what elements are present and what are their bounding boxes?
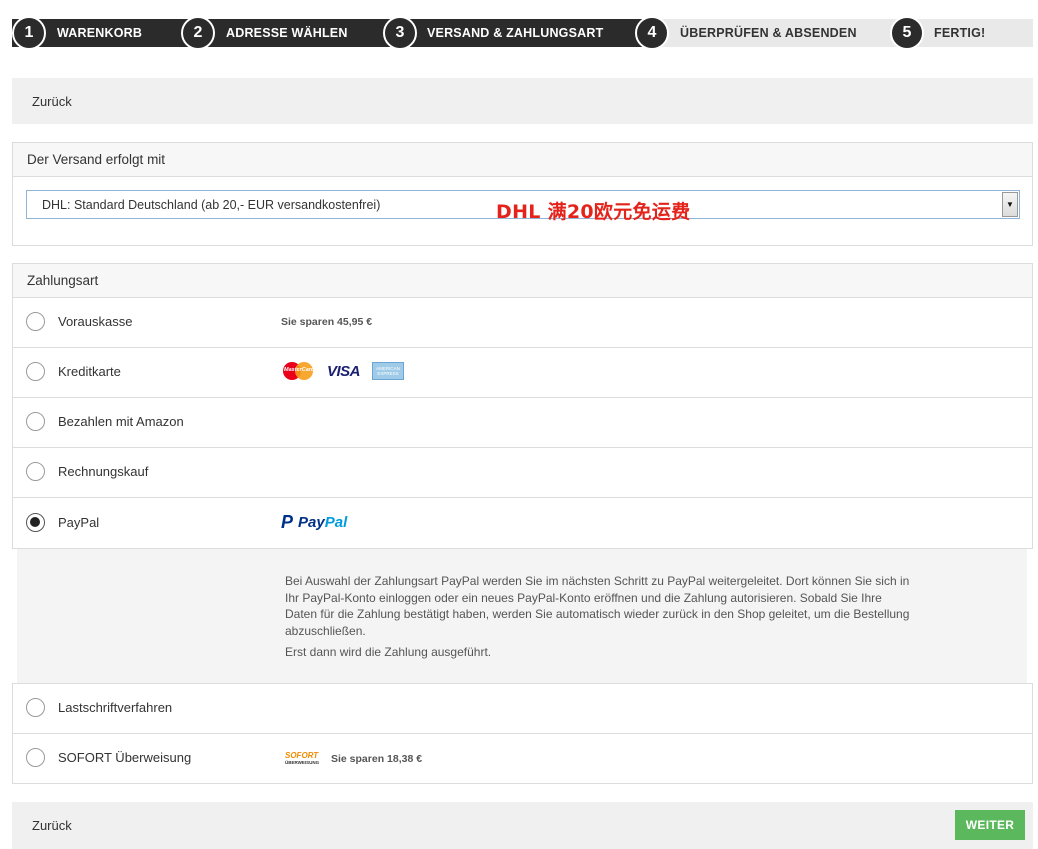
radio-button[interactable] bbox=[26, 412, 45, 431]
radio-button[interactable] bbox=[26, 362, 45, 381]
card-logos: MasterCard VISA AMERICAN EXPRESS bbox=[283, 362, 405, 380]
payment-option-label: SOFORT Überweisung bbox=[58, 750, 192, 765]
back-link-top[interactable]: Zurück bbox=[32, 94, 72, 109]
paypal-icon: P bbox=[281, 512, 294, 532]
step-1-label[interactable]: WARENKORB bbox=[57, 26, 142, 40]
paypal-info-text: Bei Auswahl der Zahlungsart PayPal werde… bbox=[285, 574, 910, 639]
payment-option-vorauskasse[interactable]: Vorauskasse Sie sparen 45,95 € bbox=[13, 298, 1032, 348]
radio-button[interactable] bbox=[26, 462, 45, 481]
amex-logo: AMERICAN EXPRESS bbox=[372, 362, 405, 380]
savings-note: Sie sparen 45,95 € bbox=[281, 316, 373, 328]
radio-button[interactable] bbox=[26, 748, 45, 767]
payment-panel: Zahlungsart Vorauskasse Sie sparen 45,95… bbox=[12, 263, 1033, 549]
mastercard-logo: MasterCard bbox=[283, 362, 314, 380]
step-4-label: ÜBERPRÜFEN & ABSENDEN bbox=[680, 26, 857, 40]
shipping-select-value: DHL: Standard Deutschland (ab 20,- EUR v… bbox=[42, 197, 381, 212]
payment-option-kreditkarte[interactable]: Kreditkarte MasterCard VISA AMERICAN EXP… bbox=[13, 348, 1032, 398]
top-nav-bar: Zurück bbox=[12, 78, 1033, 124]
visa-logo: VISA bbox=[327, 362, 361, 380]
payment-option-label: Lastschriftverfahren bbox=[58, 700, 173, 715]
step-4-number: 4 bbox=[635, 16, 669, 50]
sofort-logo: SOFORT ÜBERWEISUNG bbox=[285, 751, 320, 765]
next-button[interactable]: WEITER bbox=[955, 810, 1025, 840]
checkout-steps: 1 WARENKORB 2 ADRESSE WÄHLEN 3 VERSAND &… bbox=[12, 16, 1033, 50]
step-3-label: VERSAND & ZAHLUNGSART bbox=[427, 26, 604, 40]
back-link-bottom[interactable]: Zurück bbox=[32, 818, 72, 833]
payment-option-sofort[interactable]: SOFORT Überweisung SOFORT ÜBERWEISUNG Si… bbox=[13, 734, 1032, 784]
step-5-number: 5 bbox=[890, 16, 924, 50]
radio-button[interactable] bbox=[26, 312, 45, 331]
payment-panel-continued: Lastschriftverfahren SOFORT Überweisung … bbox=[12, 683, 1033, 784]
chevron-down-icon[interactable]: ▼ bbox=[1002, 192, 1018, 217]
shipping-panel: Der Versand erfolgt mit DHL: Standard De… bbox=[12, 142, 1033, 246]
step-5-label: FERTIG! bbox=[934, 26, 986, 40]
payment-option-paypal[interactable]: PayPal P PayPal bbox=[13, 498, 1032, 549]
step-3-number: 3 bbox=[383, 16, 417, 50]
payment-option-rechnungskauf[interactable]: Rechnungskauf bbox=[13, 448, 1032, 498]
payment-option-label: Kreditkarte bbox=[58, 364, 121, 379]
paypal-info-note: Erst dann wird die Zahlung ausgeführt. bbox=[285, 645, 492, 659]
radio-button[interactable] bbox=[26, 698, 45, 717]
shipping-annotation: DHL 满20欧元免运费 bbox=[496, 201, 691, 223]
paypal-info-box: Bei Auswahl der Zahlungsart PayPal werde… bbox=[17, 549, 1027, 683]
savings-note: Sie sparen 18,38 € bbox=[331, 752, 423, 765]
radio-button-checked[interactable] bbox=[26, 513, 45, 532]
payment-option-label: Bezahlen mit Amazon bbox=[58, 414, 184, 429]
payment-heading: Zahlungsart bbox=[13, 264, 1032, 298]
step-2-label[interactable]: ADRESSE WÄHLEN bbox=[226, 26, 348, 40]
payment-option-amazon[interactable]: Bezahlen mit Amazon bbox=[13, 398, 1032, 448]
sofort-logo-group: SOFORT ÜBERWEISUNG Sie sparen 18,38 € bbox=[285, 751, 422, 766]
step-2-number: 2 bbox=[181, 16, 215, 50]
payment-option-label: Rechnungskauf bbox=[58, 464, 149, 479]
step-1-number: 1 bbox=[12, 16, 46, 50]
paypal-logo: P PayPal bbox=[281, 512, 348, 532]
bottom-nav-bar: Zurück bbox=[12, 802, 1033, 849]
shipping-heading: Der Versand erfolgt mit bbox=[13, 143, 1032, 177]
payment-option-lastschrift[interactable]: Lastschriftverfahren bbox=[13, 684, 1032, 734]
payment-option-label: PayPal bbox=[58, 515, 100, 530]
payment-option-label: Vorauskasse bbox=[58, 314, 133, 329]
